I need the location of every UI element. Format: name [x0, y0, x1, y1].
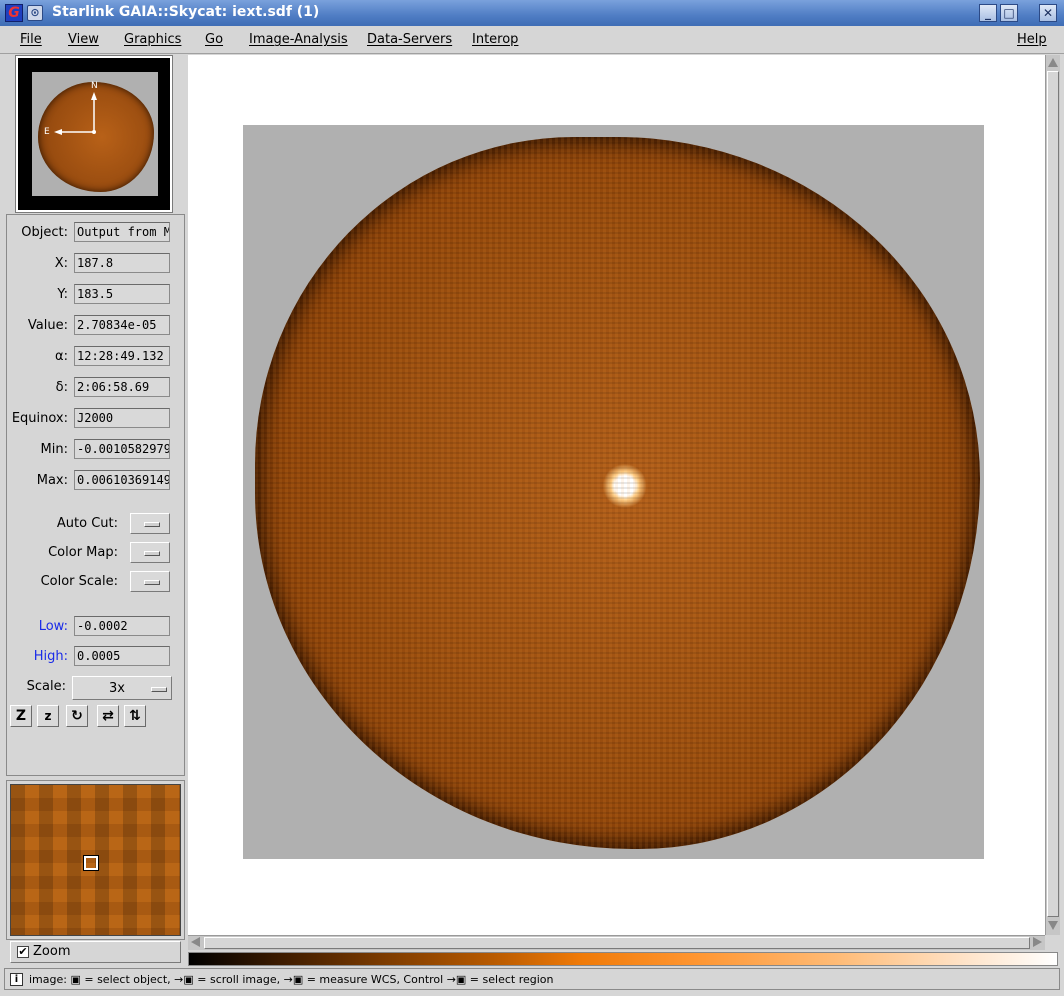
menu-data-servers[interactable]: Data-Servers	[367, 32, 452, 47]
scale-value: 3x	[109, 681, 125, 696]
flip-y-icon[interactable]: ⇅	[124, 705, 146, 727]
colormap-label: Color Map:	[48, 545, 118, 560]
image-canvas[interactable]	[188, 55, 1045, 935]
horizontal-scrollbar[interactable]	[188, 935, 1045, 950]
window-title: Starlink GAIA::Skycat: iext.sdf (1)	[52, 4, 320, 20]
equinox-label: Equinox:	[11, 411, 68, 426]
scroll-down-icon[interactable]	[1048, 921, 1058, 930]
menu-interop[interactable]: Interop	[472, 32, 518, 47]
title-bar: G ⊙ Starlink GAIA::Skycat: iext.sdf (1) …	[0, 0, 1064, 26]
menu-graphics[interactable]: Graphics	[124, 32, 181, 47]
max-label: Max:	[36, 473, 68, 488]
flip-x-icon[interactable]: ⇄	[97, 705, 119, 727]
scroll-right-icon[interactable]	[1033, 937, 1042, 947]
vertical-scrollbar[interactable]	[1045, 55, 1060, 935]
menu-file[interactable]: File	[20, 32, 42, 47]
horizontal-scroll-thumb[interactable]	[204, 937, 1030, 949]
zoom-checkbox[interactable]: ✔	[17, 946, 29, 958]
max-field[interactable]: 0.00610369149	[74, 470, 170, 490]
rotate-icon[interactable]: ↻	[66, 705, 88, 727]
menu-view[interactable]: View	[68, 32, 99, 47]
delta-label: δ:	[55, 380, 68, 395]
alpha-field[interactable]: 12:28:49.132	[74, 346, 170, 366]
menu-go[interactable]: Go	[205, 32, 223, 47]
y-field[interactable]: 183.5	[74, 284, 170, 304]
object-field[interactable]: Output from M	[74, 222, 170, 242]
colorbar[interactable]	[188, 952, 1058, 966]
window-menu-icon[interactable]: ⊙	[27, 5, 43, 21]
min-label: Min:	[40, 442, 68, 457]
panner[interactable]: N E	[15, 55, 173, 213]
zoom-label: Zoom	[33, 944, 71, 959]
colormap-menu-button[interactable]	[130, 542, 170, 563]
high-field[interactable]: 0.0005	[74, 646, 170, 666]
x-label: X:	[54, 256, 68, 271]
panner-image[interactable]: N E	[31, 71, 159, 197]
colorscale-menu-button[interactable]	[130, 571, 170, 592]
colorscale-label: Color Scale:	[40, 574, 118, 589]
close-button[interactable]: ✕	[1039, 4, 1057, 22]
zoom-window	[6, 780, 185, 940]
low-label[interactable]: Low:	[39, 619, 68, 634]
y-label: Y:	[57, 287, 68, 302]
scroll-left-icon[interactable]	[191, 937, 200, 947]
menu-image-analysis[interactable]: Image-Analysis	[249, 32, 348, 47]
equinox-field[interactable]: J2000	[74, 408, 170, 428]
status-text: image: ▣ = select object, →▣ = scroll im…	[29, 973, 554, 986]
app-icon[interactable]: G	[5, 4, 23, 22]
zoom-out-icon[interactable]: z	[37, 705, 59, 727]
info-panel: Object: Output from M X: 187.8 Y: 183.5 …	[6, 214, 185, 776]
zoom-cursor-box	[83, 855, 99, 871]
maximize-button[interactable]: □	[1000, 4, 1018, 22]
zoom-image	[10, 784, 181, 936]
astronomical-image[interactable]	[255, 137, 980, 849]
zoom-toolbar: Z z ↻ ⇄ ⇅	[10, 705, 180, 729]
value-label: Value:	[27, 318, 68, 333]
image-frame	[243, 125, 984, 859]
minimize-button[interactable]: _	[979, 4, 997, 22]
menu-bar: File View Graphics Go Image-Analysis Dat…	[0, 26, 1064, 54]
low-field[interactable]: -0.0002	[74, 616, 170, 636]
high-label[interactable]: High:	[34, 649, 68, 664]
autocut-label: Auto Cut:	[56, 516, 118, 531]
vertical-scroll-thumb[interactable]	[1047, 71, 1059, 917]
menu-help[interactable]: Help	[1017, 32, 1047, 47]
east-label: E	[44, 127, 50, 137]
scale-menu-button[interactable]: 3x	[72, 676, 172, 700]
delta-field[interactable]: 2:06:58.69	[74, 377, 170, 397]
north-label: N	[91, 81, 98, 91]
value-field[interactable]: 2.70834e-05	[74, 315, 170, 335]
object-label: Object:	[21, 225, 68, 240]
x-field[interactable]: 187.8	[74, 253, 170, 273]
scale-label: Scale:	[26, 679, 66, 694]
autocut-menu-button[interactable]	[130, 513, 170, 534]
zoom-toggle[interactable]: ✔ Zoom	[10, 941, 181, 963]
scroll-up-icon[interactable]	[1048, 58, 1058, 67]
min-field[interactable]: -0.0010582979	[74, 439, 170, 459]
zoom-in-icon[interactable]: Z	[10, 705, 32, 727]
status-bar: i image: ▣ = select object, →▣ = scroll …	[4, 968, 1060, 990]
info-icon: i	[10, 973, 23, 986]
alpha-label: α:	[55, 349, 68, 364]
